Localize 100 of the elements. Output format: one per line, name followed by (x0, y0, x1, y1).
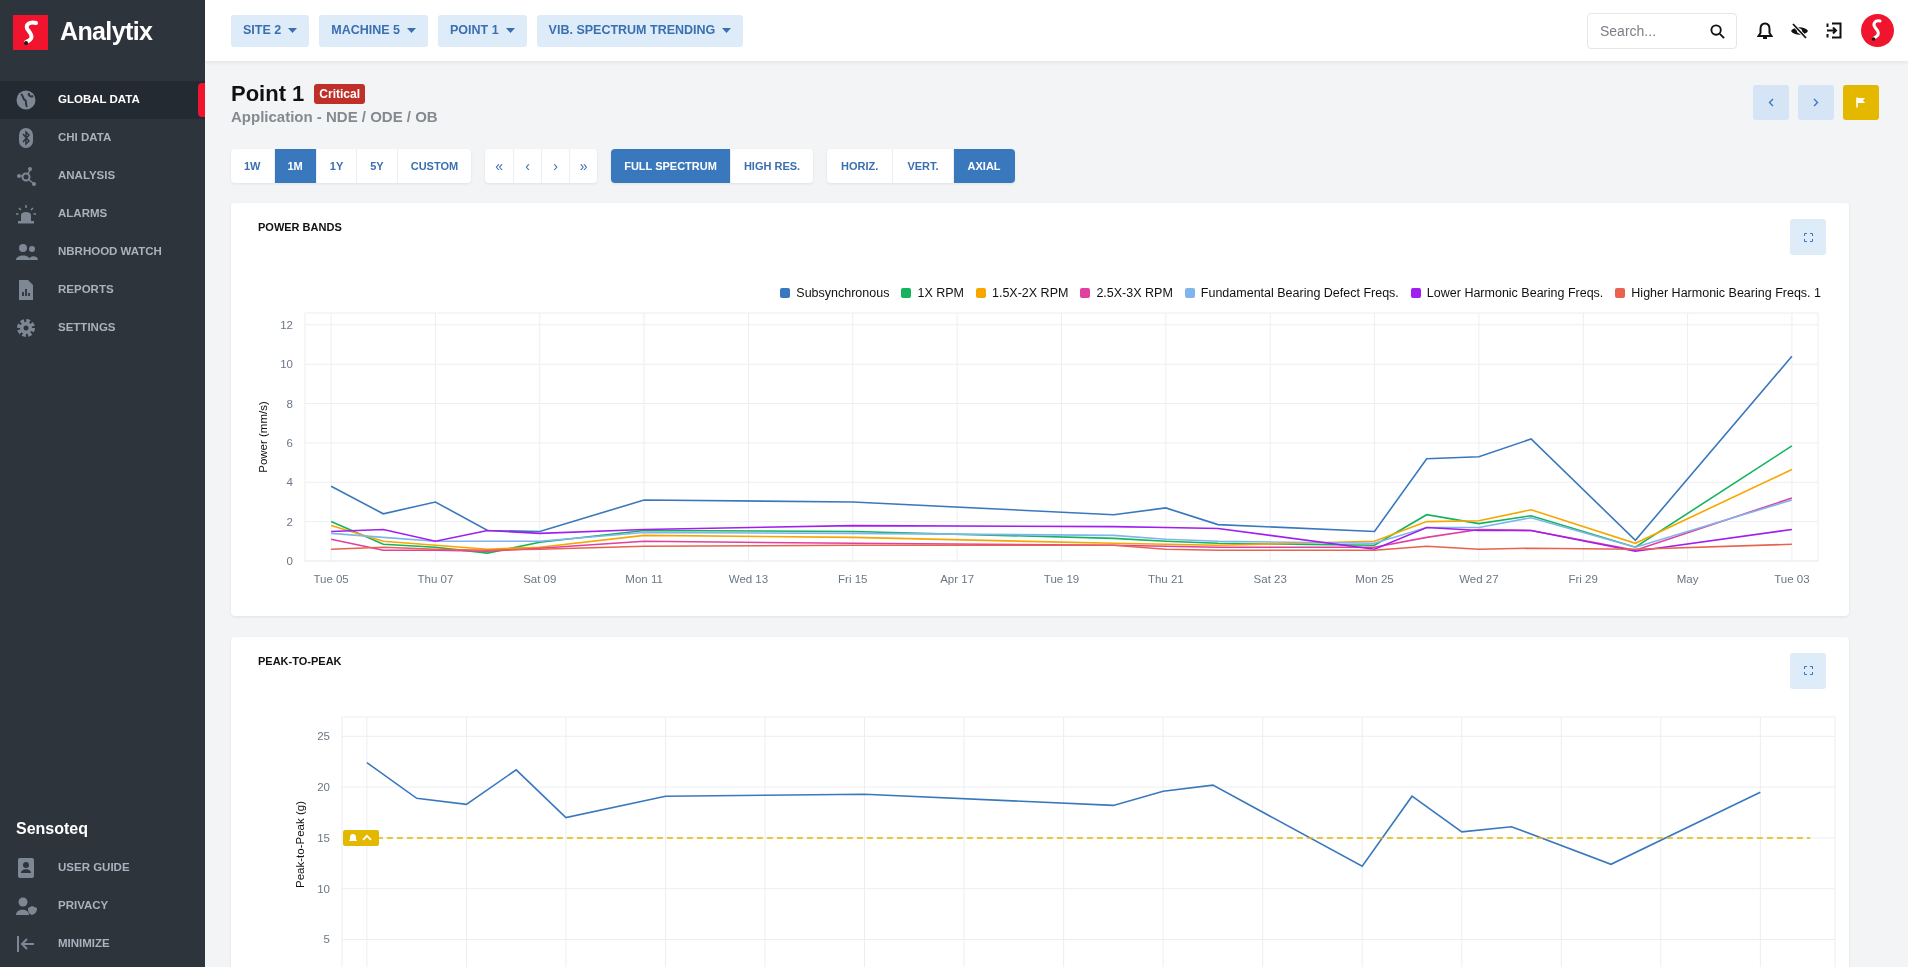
eye-slash-icon[interactable] (1790, 22, 1809, 39)
chevron-left-icon (1768, 98, 1774, 107)
y-tick-label: 15 (317, 831, 330, 844)
sidebar-item[interactable]: ALARMS (0, 195, 205, 233)
sidebar-item[interactable]: USER GUIDE (0, 849, 205, 887)
logo-icon (13, 14, 48, 50)
flag-button[interactable] (1843, 85, 1879, 120)
segment-button[interactable]: HIGH RES. (729, 149, 814, 183)
segment-button[interactable]: 1W (231, 149, 274, 183)
y-tick-label: 2 (286, 515, 293, 528)
page-title: Point 1 (231, 81, 305, 107)
segment-button[interactable]: 5Y (356, 149, 397, 183)
legend-label[interactable]: 1X RPM (917, 284, 964, 303)
segment-button[interactable]: HORIZ. (827, 149, 893, 183)
axis-label: Peak-to-Peak (g) (294, 800, 306, 888)
expand-button[interactable] (1790, 652, 1826, 689)
x-tick-label: Mon 25 (1355, 572, 1394, 585)
chevron-right-icon (1813, 98, 1819, 107)
page-nav-button[interactable]: « (485, 149, 514, 183)
x-tick-label: Wed 27 (1459, 572, 1499, 585)
active-indicator (198, 83, 205, 117)
y-tick-label: 5 (323, 933, 330, 946)
page-nav-button[interactable]: › (541, 149, 570, 183)
next-button[interactable] (1798, 85, 1834, 120)
company-name: Sensoteq (15, 819, 89, 839)
page-nav-button[interactable]: ‹ (513, 149, 542, 183)
siren-icon (16, 204, 38, 224)
caret-down-icon (505, 28, 515, 33)
x-tick-label: Sat 23 (1253, 572, 1287, 585)
segment-button[interactable]: FULL SPECTRUM (611, 149, 730, 183)
y-tick-label: 6 (286, 436, 293, 449)
expand-icon (1803, 666, 1813, 676)
sidebar-item[interactable]: ANALYSIS (0, 157, 205, 195)
bell-icon[interactable] (1757, 21, 1773, 40)
sidebar-item[interactable]: PRIVACY (0, 887, 205, 925)
sidebar-item[interactable]: REPORTS (0, 271, 205, 309)
y-tick-label: 20 (317, 780, 330, 793)
chart-title: POWER BANDS (258, 220, 342, 235)
breadcrumb-dropdown[interactable]: MACHINE 5 (319, 14, 428, 47)
alarm-badge[interactable] (343, 829, 379, 846)
y-tick-label: 12 (280, 318, 293, 331)
y-tick-label: 4 (286, 476, 293, 488)
brand-name: Analytix (60, 16, 153, 48)
x-tick-label: Fri 29 (1568, 572, 1598, 585)
x-tick-label: Tue 19 (1043, 572, 1080, 585)
x-tick-label: Thu 07 (417, 572, 454, 585)
x-tick-label: Apr 17 (940, 572, 975, 585)
sidebar-item[interactable]: MINIMIZE (0, 925, 205, 963)
caret-down-icon (407, 28, 416, 33)
sign-in-icon[interactable] (1826, 22, 1842, 39)
settings-icon (16, 318, 38, 338)
breadcrumb-dropdown[interactable]: POINT 1 (438, 14, 527, 47)
y-tick-label: 25 (317, 730, 330, 743)
x-tick-label: Tue 03 (1774, 572, 1810, 585)
legend-label[interactable]: Fundamental Bearing Defect Freqs. (1200, 284, 1399, 303)
segment-button[interactable]: AXIAL (952, 149, 1015, 183)
status-badge: Critical (314, 84, 366, 104)
flag-icon (1856, 97, 1866, 108)
y-tick-label: 8 (286, 397, 293, 410)
x-tick-label: May (1676, 572, 1699, 585)
legend-label[interactable]: Subsynchronous (796, 284, 890, 303)
x-tick-label: Wed 13 (728, 572, 769, 585)
segment-button[interactable]: 1M (273, 149, 316, 183)
sidebar-item[interactable]: NBRHOOD WATCH (0, 233, 205, 271)
x-tick-label: Thu 21 (1147, 572, 1184, 585)
expand-icon (1803, 232, 1813, 242)
legend-label[interactable]: 1.5X-2X RPM (992, 284, 1069, 303)
axis-label: Power (mm/s) (257, 400, 269, 473)
y-tick-label: 10 (317, 882, 330, 895)
breadcrumb-dropdown[interactable]: VIB. SPECTRUM TRENDING (536, 14, 744, 47)
x-tick-label: Fri 15 (838, 572, 868, 585)
segment-button[interactable]: CUSTOM (396, 149, 472, 183)
legend-label[interactable]: Higher Harmonic Bearing Freqs. 1 (1631, 284, 1821, 303)
y-tick-label: 10 (280, 357, 293, 370)
sidebar-item[interactable]: CHI DATA (0, 119, 205, 157)
caret-down-icon (288, 28, 298, 33)
user-avatar[interactable] (1861, 14, 1894, 47)
expand-button[interactable] (1790, 219, 1826, 255)
page-nav-button[interactable]: » (569, 149, 598, 183)
caret-down-icon (722, 28, 732, 33)
search-icon (1710, 23, 1725, 39)
sidebar-item[interactable]: SETTINGS (0, 309, 205, 347)
page-subtitle: Application - NDE / ODE / OB (231, 108, 438, 126)
segment-button[interactable]: 1Y (315, 149, 357, 183)
globe-icon (16, 90, 38, 110)
previous-button[interactable] (1753, 85, 1789, 120)
user-shield-icon (16, 896, 38, 916)
sidebar-item[interactable]: GLOBAL DATA (0, 81, 205, 119)
chart-title: PEAK-TO-PEAK (258, 653, 342, 669)
network-icon (16, 166, 38, 186)
legend-label[interactable]: 2.5X-3X RPM (1096, 284, 1173, 303)
search-field[interactable]: Search... (1587, 12, 1737, 49)
x-tick-label: Tue 05 (313, 572, 349, 585)
segment-button[interactable]: VERT. (892, 149, 953, 183)
y-tick-label: 0 (286, 554, 293, 567)
breadcrumb-dropdown[interactable]: SITE 2 (231, 14, 310, 47)
x-tick-label: Sat 09 (523, 572, 557, 585)
users-icon (16, 242, 38, 262)
legend-label[interactable]: Lower Harmonic Bearing Freqs. (1426, 284, 1604, 303)
x-tick-label: Mon 11 (625, 572, 663, 585)
